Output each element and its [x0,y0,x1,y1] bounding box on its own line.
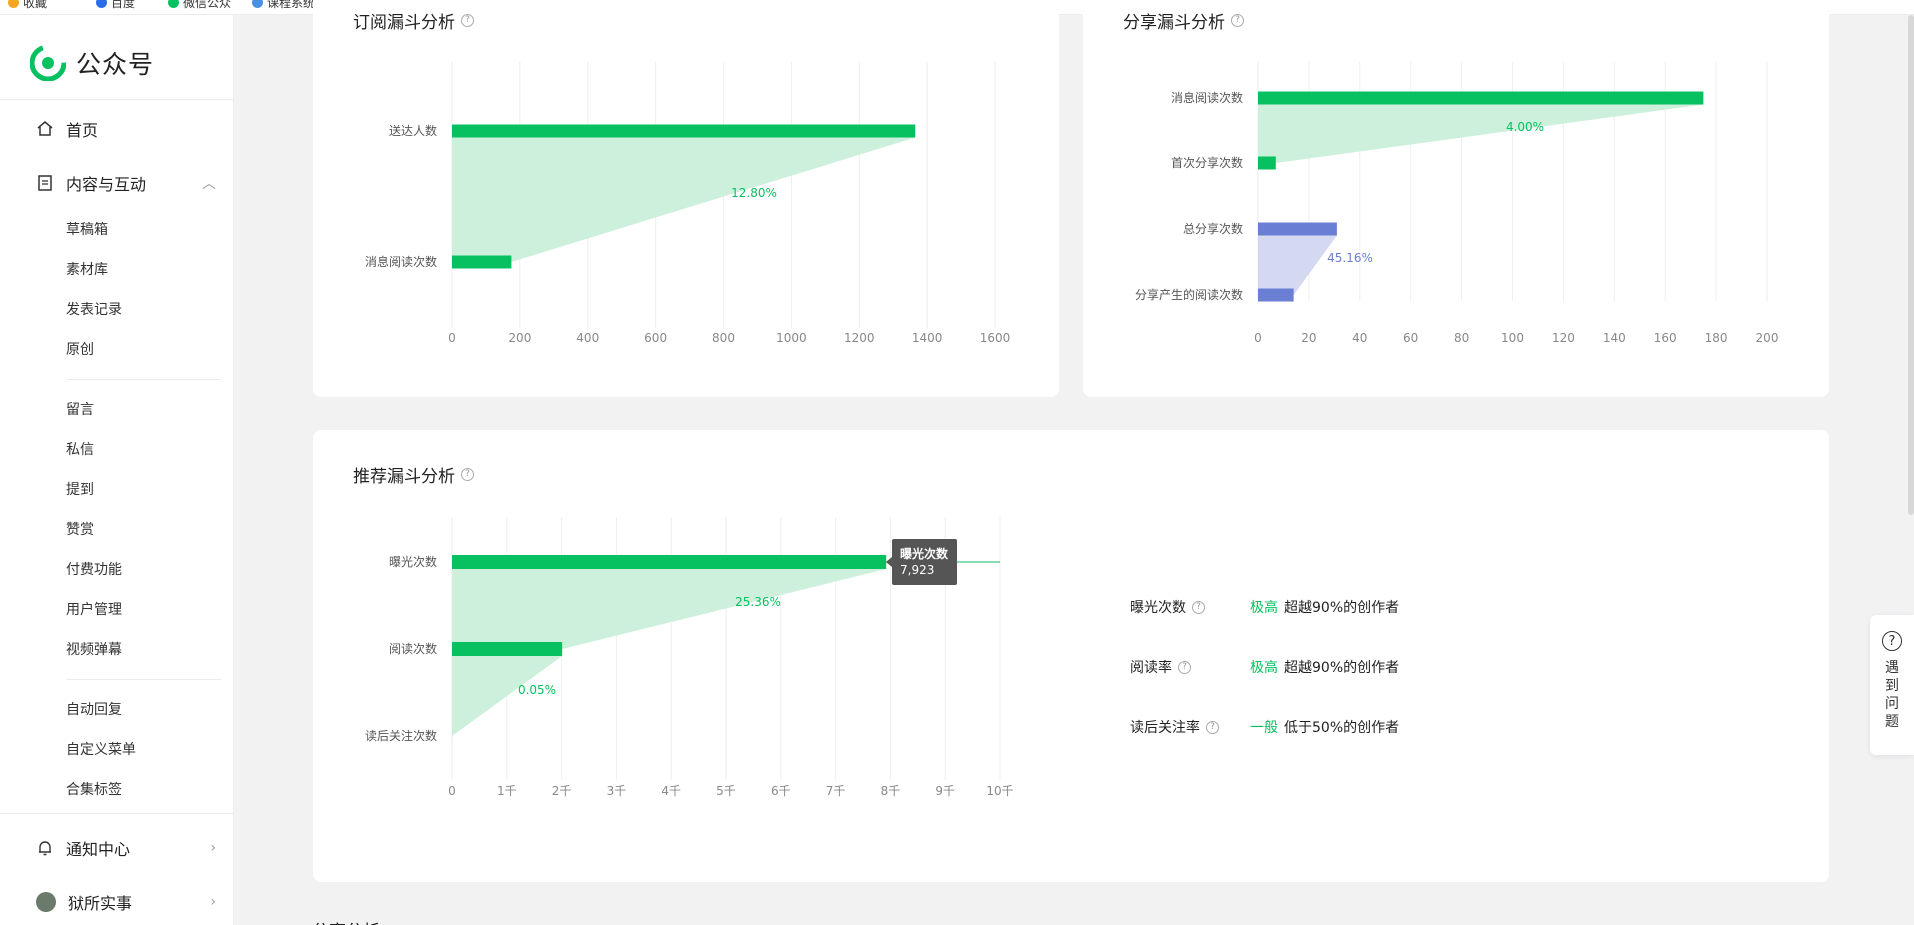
card-title: 分享漏斗分析 ? [1123,8,1244,33]
help-icon[interactable]: ? [461,468,474,481]
ranking-label: 读后关注率? [1130,717,1250,737]
nav-home-label: 首页 [66,121,99,140]
sidebar-item[interactable]: 发表记录 [66,299,122,319]
bookmark-label: 微信公众 [183,0,232,10]
logo[interactable]: 公众号 [30,45,154,81]
chevron-right-icon: › [210,840,216,856]
question-icon: ? [1882,631,1902,651]
sidebar: 公众号 首页 内容与互动 ︿ 草稿箱素材库发表记录原创 留言私信提到赞赏付费功能… [0,15,234,925]
nav-account[interactable]: 狱所实事 › [36,890,216,914]
share-funnel-card: 分享漏斗分析 ? [1083,0,1829,397]
ranking-label-text: 读后关注率 [1130,720,1200,736]
help-label: 遇到问题 [1885,660,1899,730]
ranking-level: 极高 [1250,600,1278,616]
section-title: 分享分析 [312,917,380,925]
nav-notify[interactable]: 通知中心 › [36,836,216,860]
bookmark-label: 收藏 [23,0,48,10]
help-icon[interactable]: ? [1178,660,1191,674]
logo-text: 公众号 [76,50,155,79]
sidebar-item[interactable]: 付费功能 [66,559,122,579]
nav-home[interactable]: 首页 [36,117,216,141]
avatar [36,892,56,912]
bell-icon [39,841,51,856]
ranking-level: 极高 [1250,660,1278,676]
logo-icon [30,45,66,81]
sidebar-item[interactable]: 原创 [66,339,94,359]
sidebar-item[interactable]: 素材库 [66,259,108,279]
document-icon [38,175,52,191]
chevron-right-icon: › [210,894,216,910]
share-title: 分享漏斗分析 [1123,13,1225,33]
sidebar-item[interactable]: 留言 [66,399,94,419]
help-float-button[interactable]: ? 遇到问题 [1870,615,1914,755]
sidebar-item[interactable]: 赞赏 [66,519,94,539]
ranking-desc: 超越90%的创作者 [1284,600,1400,616]
sidebar-item[interactable]: 视频弹幕 [66,639,122,659]
chevron-up-icon: ︿ [202,176,216,192]
bookmark-icon [168,0,179,8]
ranking-desc: 低于50%的创作者 [1284,720,1400,736]
recommend-funnel-card: 推荐漏斗分析 ? [313,430,1829,882]
divider [66,379,221,380]
bookmark-item[interactable]: 收藏 [8,0,47,11]
ranking-row: 曝光次数? 极高 超越90%的创作者 [1130,597,1399,617]
ranking-level: 一般 [1250,720,1278,736]
ranking-label-text: 曝光次数 [1130,600,1186,616]
sidebar-item[interactable]: 草稿箱 [66,219,108,239]
nav-content-group[interactable]: 内容与互动 ︿ [36,171,216,195]
ranking-row: 读后关注率? 一般 低于50%的创作者 [1130,717,1399,737]
bookmark-label: 课程系统 [267,0,316,10]
bookmark-icon [96,0,107,8]
subscribe-funnel-card: 订阅漏斗分析 ? [313,0,1059,397]
bookmark-item[interactable]: 课程系统 [252,0,315,11]
sidebar-item[interactable]: 合集标签 [66,779,122,799]
help-icon[interactable]: ? [1192,600,1205,614]
card-title: 推荐漏斗分析 ? [353,462,474,487]
sidebar-item[interactable]: 自定义菜单 [66,739,136,759]
nav-account-label: 狱所实事 [68,894,133,913]
divider [66,679,221,680]
ranking-label: 曝光次数? [1130,597,1250,617]
bookmark-item[interactable]: 微信公众 [168,0,231,11]
subscribe-title: 订阅漏斗分析 [353,13,455,33]
sidebar-item[interactable]: 自动回复 [66,699,122,719]
scrollbar-thumb[interactable] [1908,15,1914,515]
bookmark-icon [8,0,19,8]
ranking-label: 阅读率? [1130,657,1250,677]
sidebar-item[interactable]: 私信 [66,439,94,459]
nav-notify-label: 通知中心 [66,840,131,859]
help-icon[interactable]: ? [1231,14,1244,27]
sidebar-item[interactable]: 提到 [66,479,94,499]
divider [0,813,234,814]
bookmark-item[interactable]: 百度 [96,0,135,11]
help-icon[interactable]: ? [1206,720,1219,734]
ranking-row: 阅读率? 极高 超越90%的创作者 [1130,657,1399,677]
divider [0,99,234,100]
bookmark-label: 百度 [111,0,136,10]
ranking-label-text: 阅读率 [1130,660,1172,676]
home-icon [37,121,53,136]
recommend-title: 推荐漏斗分析 [353,467,455,487]
nav-content-label: 内容与互动 [66,175,147,194]
ranking-desc: 超越90%的创作者 [1284,660,1400,676]
card-title: 订阅漏斗分析 ? [353,8,474,33]
help-icon[interactable]: ? [461,14,474,27]
bookmark-icon [252,0,263,8]
sidebar-item[interactable]: 用户管理 [66,599,122,619]
